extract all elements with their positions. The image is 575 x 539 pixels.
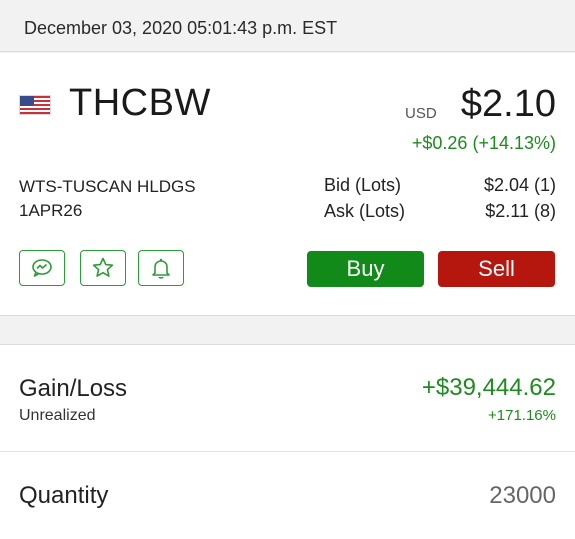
- gain-loss-percent: +171.16%: [488, 407, 556, 424]
- ask-value: $2.11 (8): [485, 201, 556, 221]
- ticker-symbol: THCBW: [69, 82, 211, 124]
- quote-card: THCBW USD $2.10 +$0.26 (+14.13%) WTS-TUS…: [0, 53, 575, 316]
- us-flag-icon: [19, 95, 51, 115]
- last-price: $2.10: [460, 83, 556, 125]
- chat-button[interactable]: [19, 250, 65, 286]
- gain-loss-sublabel: Unrealized: [19, 407, 96, 424]
- alert-button[interactable]: [138, 250, 184, 286]
- quantity-label: Quantity: [19, 482, 109, 509]
- watchlist-button[interactable]: [80, 250, 126, 286]
- chat-icon: [32, 259, 52, 277]
- quantity-value: 23000: [489, 482, 556, 509]
- gain-loss-row: Gain/Loss Unrealized +$39,444.62 +171.16…: [0, 344, 575, 452]
- quantity-row: Quantity 23000: [0, 452, 575, 539]
- star-icon: [92, 257, 114, 277]
- price-change: +$0.26 (+14.13%): [411, 133, 556, 153]
- bid-value: $2.04 (1): [483, 175, 556, 195]
- sell-button[interactable]: Sell: [438, 251, 555, 287]
- bid-label: Bid (Lots): [324, 175, 402, 195]
- security-description-line2: 1APR26: [19, 201, 83, 220]
- buy-button[interactable]: Buy: [307, 251, 424, 287]
- currency-label: USD: [405, 105, 437, 122]
- timestamp-bar: December 03, 2020 05:01:43 p.m. EST: [0, 0, 575, 52]
- bell-icon: [152, 258, 170, 279]
- gain-loss-value: +$39,444.62: [421, 374, 556, 401]
- timestamp-text: December 03, 2020 05:01:43 p.m. EST: [24, 18, 338, 38]
- gain-loss-label: Gain/Loss: [19, 375, 128, 402]
- ask-label: Ask (Lots): [324, 201, 406, 221]
- security-description-line1: WTS-TUSCAN HLDGS: [19, 177, 196, 196]
